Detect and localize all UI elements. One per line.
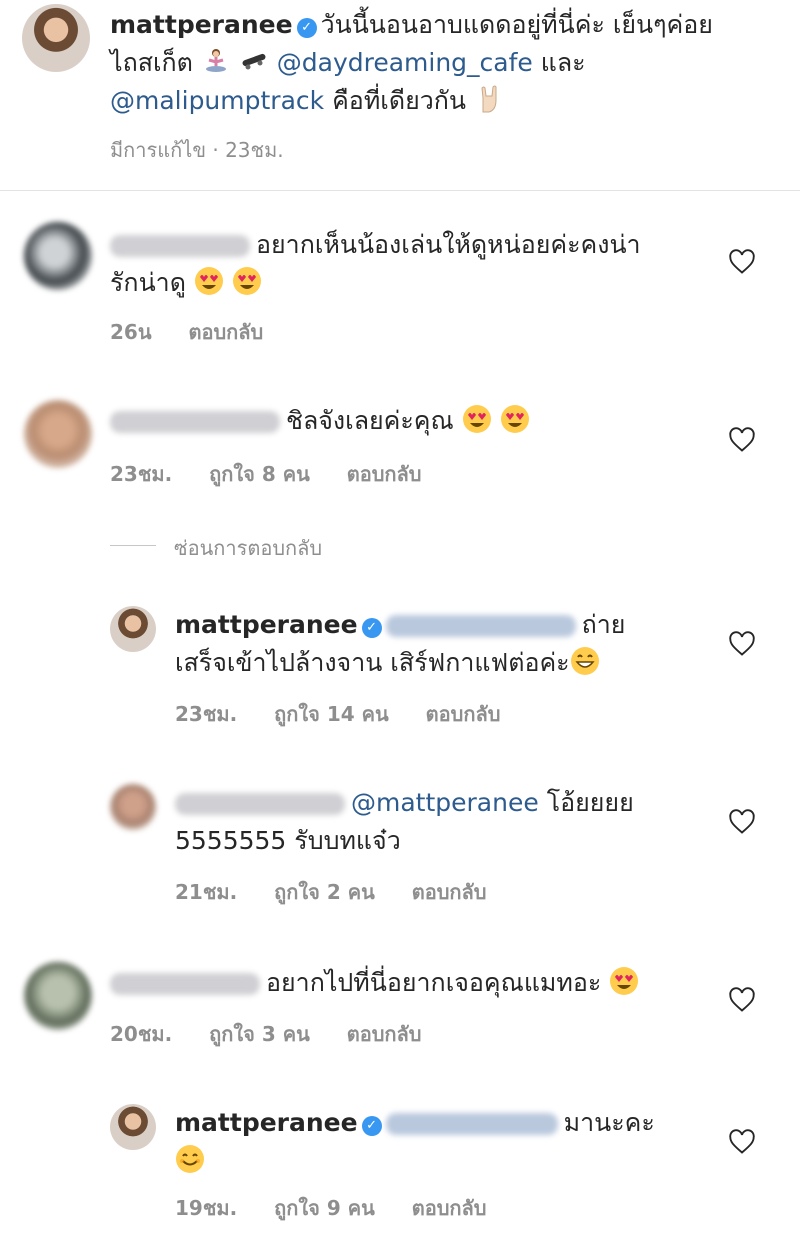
heart-eyes-emoji-icon <box>194 267 223 295</box>
comment-1-text-2: รักน่าดู <box>110 268 186 297</box>
reply-1-meta: 23ชม. ถูกใจ 14 คน ตอบกลับ <box>175 698 530 730</box>
reply-2-avatar[interactable] <box>110 784 156 830</box>
comment-1-reply-button[interactable]: ตอบกลับ <box>188 320 263 344</box>
comment-1-line-1: อยากเห็นน้องเล่นให้ดูหน่อยค่ะคงน่า <box>110 226 641 264</box>
heart-icon[interactable] <box>728 986 756 1014</box>
heart-icon[interactable] <box>728 426 756 454</box>
post-author-avatar[interactable] <box>22 4 90 72</box>
reply-2-username-blurred[interactable] <box>175 793 345 815</box>
heart-eyes-emoji-icon <box>610 967 639 995</box>
heart-icon[interactable] <box>728 808 756 836</box>
comment-1-meta: 26น ตอบกลับ <box>110 316 293 348</box>
hide-replies-line <box>110 545 156 546</box>
hide-replies-button[interactable]: ซ่อนการตอบกลับ <box>174 532 322 564</box>
reply-1-line-1: mattperanee ✓ ถ่าย <box>175 606 625 644</box>
heart-eyes-emoji-icon <box>462 405 491 433</box>
comment-2-text: ชิลจังเลยค่ะคุณ <box>286 406 454 435</box>
reply-3-line-2 <box>175 1142 205 1180</box>
comment-3-username-blurred[interactable] <box>110 973 260 995</box>
grin-emoji-icon <box>570 647 599 675</box>
reply-2-meta: 21ชม. ถูกใจ 2 คน ตอบกลับ <box>175 876 517 908</box>
comment-3-avatar[interactable] <box>24 962 92 1030</box>
reply-1-likes[interactable]: ถูกใจ 14 คน <box>274 702 389 726</box>
heart-icon[interactable] <box>728 1128 756 1156</box>
reply-1-reply-button[interactable]: ตอบกลับ <box>426 702 501 726</box>
heart-icon[interactable] <box>728 248 756 276</box>
reply-1-time: 23ชม. <box>175 702 238 726</box>
comment-2-line-1: ชิลจังเลยค่ะคุณ <box>110 402 530 440</box>
reply-1-line-2: เสร็จเข้าไปล้างจาน เสิร์ฟกาแฟต่อค่ะ <box>175 644 600 682</box>
reply-3-username[interactable]: mattperanee <box>175 1108 358 1137</box>
comment-1-line-2: รักน่าดู <box>110 264 262 302</box>
comment-2-meta: 23ชม. ถูกใจ 8 คน ตอบกลับ <box>110 458 452 490</box>
caption-text-3: และ <box>540 48 586 77</box>
post-username[interactable]: mattperanee <box>110 10 293 39</box>
heart-eyes-emoji-icon <box>232 267 261 295</box>
comment-1-username-blurred[interactable] <box>110 235 250 257</box>
reply-3-reply-button[interactable]: ตอบกลับ <box>412 1196 487 1220</box>
heart-icon[interactable] <box>728 630 756 658</box>
comment-3-meta: 20ชม. ถูกใจ 3 คน ตอบกลับ <box>110 1018 452 1050</box>
reply-2-time: 21ชม. <box>175 880 238 904</box>
reply-3-avatar[interactable] <box>110 1104 156 1150</box>
reply-2-line-2: 5555555 รับบทแจ๋ว <box>175 822 401 860</box>
verified-badge-icon: ✓ <box>361 618 382 638</box>
reply-2-likes[interactable]: ถูกใจ 2 คน <box>274 880 375 904</box>
reply-1-avatar[interactable] <box>110 606 156 652</box>
comment-2-time: 23ชม. <box>110 462 173 486</box>
caption-line-2: ไถสเก็ต @daydreaming_cafe และ <box>110 44 586 82</box>
reply-2-text-2: 5555555 รับบทแจ๋ว <box>175 826 401 855</box>
comment-3-reply-button[interactable]: ตอบกลับ <box>347 1022 422 1046</box>
comment-3-likes[interactable]: ถูกใจ 3 คน <box>209 1022 310 1046</box>
comment-3-line-1: อยากไปที่นี่อยากเจอคุณแมทอะ <box>110 964 639 1002</box>
skateboard-emoji-icon <box>242 53 266 70</box>
comment-2-avatar[interactable] <box>24 400 92 468</box>
comment-1-time: 26น <box>110 320 152 344</box>
mention-daydreaming-cafe[interactable]: @daydreaming_cafe <box>277 48 533 77</box>
comment-1-avatar[interactable] <box>24 222 92 290</box>
caption-text-1: วันนี้นอนอาบแดดอยู่ที่นี่ค่ะ เย็นๆค่อย <box>320 10 713 39</box>
smile-emoji-icon <box>176 1145 204 1173</box>
verified-badge-icon: ✓ <box>361 1116 382 1136</box>
caption-divider <box>0 190 800 191</box>
reply-2-line-1: @mattperanee โอ้ยยยย <box>175 784 634 822</box>
reply-1-mention-blurred[interactable] <box>385 615 576 637</box>
reply-2-mention[interactable]: @mattperanee <box>351 788 539 817</box>
reply-3-likes[interactable]: ถูกใจ 9 คน <box>274 1196 375 1220</box>
caption-text-2: ไถสเก็ต <box>110 48 193 77</box>
mention-malipumptrack[interactable]: @malipumptrack <box>110 86 324 115</box>
caption-line-3: @malipumptrack คือที่เดียวกัน <box>110 82 504 120</box>
rock-hand-emoji-icon <box>481 85 497 113</box>
reply-3-meta: 19ชม. ถูกใจ 9 คน ตอบกลับ <box>175 1192 517 1224</box>
caption-line-1: mattperanee ✓ วันนี้นอนอาบแดดอยู่ที่นี่ค่ะ… <box>110 6 713 44</box>
reply-2-text: โอ้ยยยย <box>546 788 634 817</box>
comment-2-likes[interactable]: ถูกใจ 8 คน <box>209 462 310 486</box>
post-meta: มีการแก้ไข · 23ชม. <box>110 138 284 162</box>
caption-text-4: คือที่เดียวกัน <box>332 86 466 115</box>
reply-1-text-2: เสร็จเข้าไปล้างจาน เสิร์ฟกาแฟต่อค่ะ <box>175 648 570 677</box>
reply-3-time: 19ชม. <box>175 1196 238 1220</box>
comment-2-reply-button[interactable]: ตอบกลับ <box>347 462 422 486</box>
comment-1-text: อยากเห็นน้องเล่นให้ดูหน่อยค่ะคงน่า <box>256 230 641 259</box>
comment-2-username-blurred[interactable] <box>110 411 280 433</box>
reply-1-text: ถ่าย <box>581 610 626 639</box>
reply-3-mention-blurred[interactable] <box>385 1113 558 1135</box>
reply-3-text: มานะคะ <box>563 1108 655 1137</box>
comment-3-text: อยากไปที่นี่อยากเจอคุณแมทอะ <box>266 968 602 997</box>
verified-badge-icon: ✓ <box>296 18 317 38</box>
reply-2-reply-button[interactable]: ตอบกลับ <box>412 880 487 904</box>
comment-3-time: 20ชม. <box>110 1022 173 1046</box>
reply-1-username[interactable]: mattperanee <box>175 610 358 639</box>
heart-eyes-emoji-icon <box>500 405 529 433</box>
reply-3-line-1: mattperanee ✓ มานะคะ <box>175 1104 655 1142</box>
yoga-emoji-icon <box>205 49 226 72</box>
